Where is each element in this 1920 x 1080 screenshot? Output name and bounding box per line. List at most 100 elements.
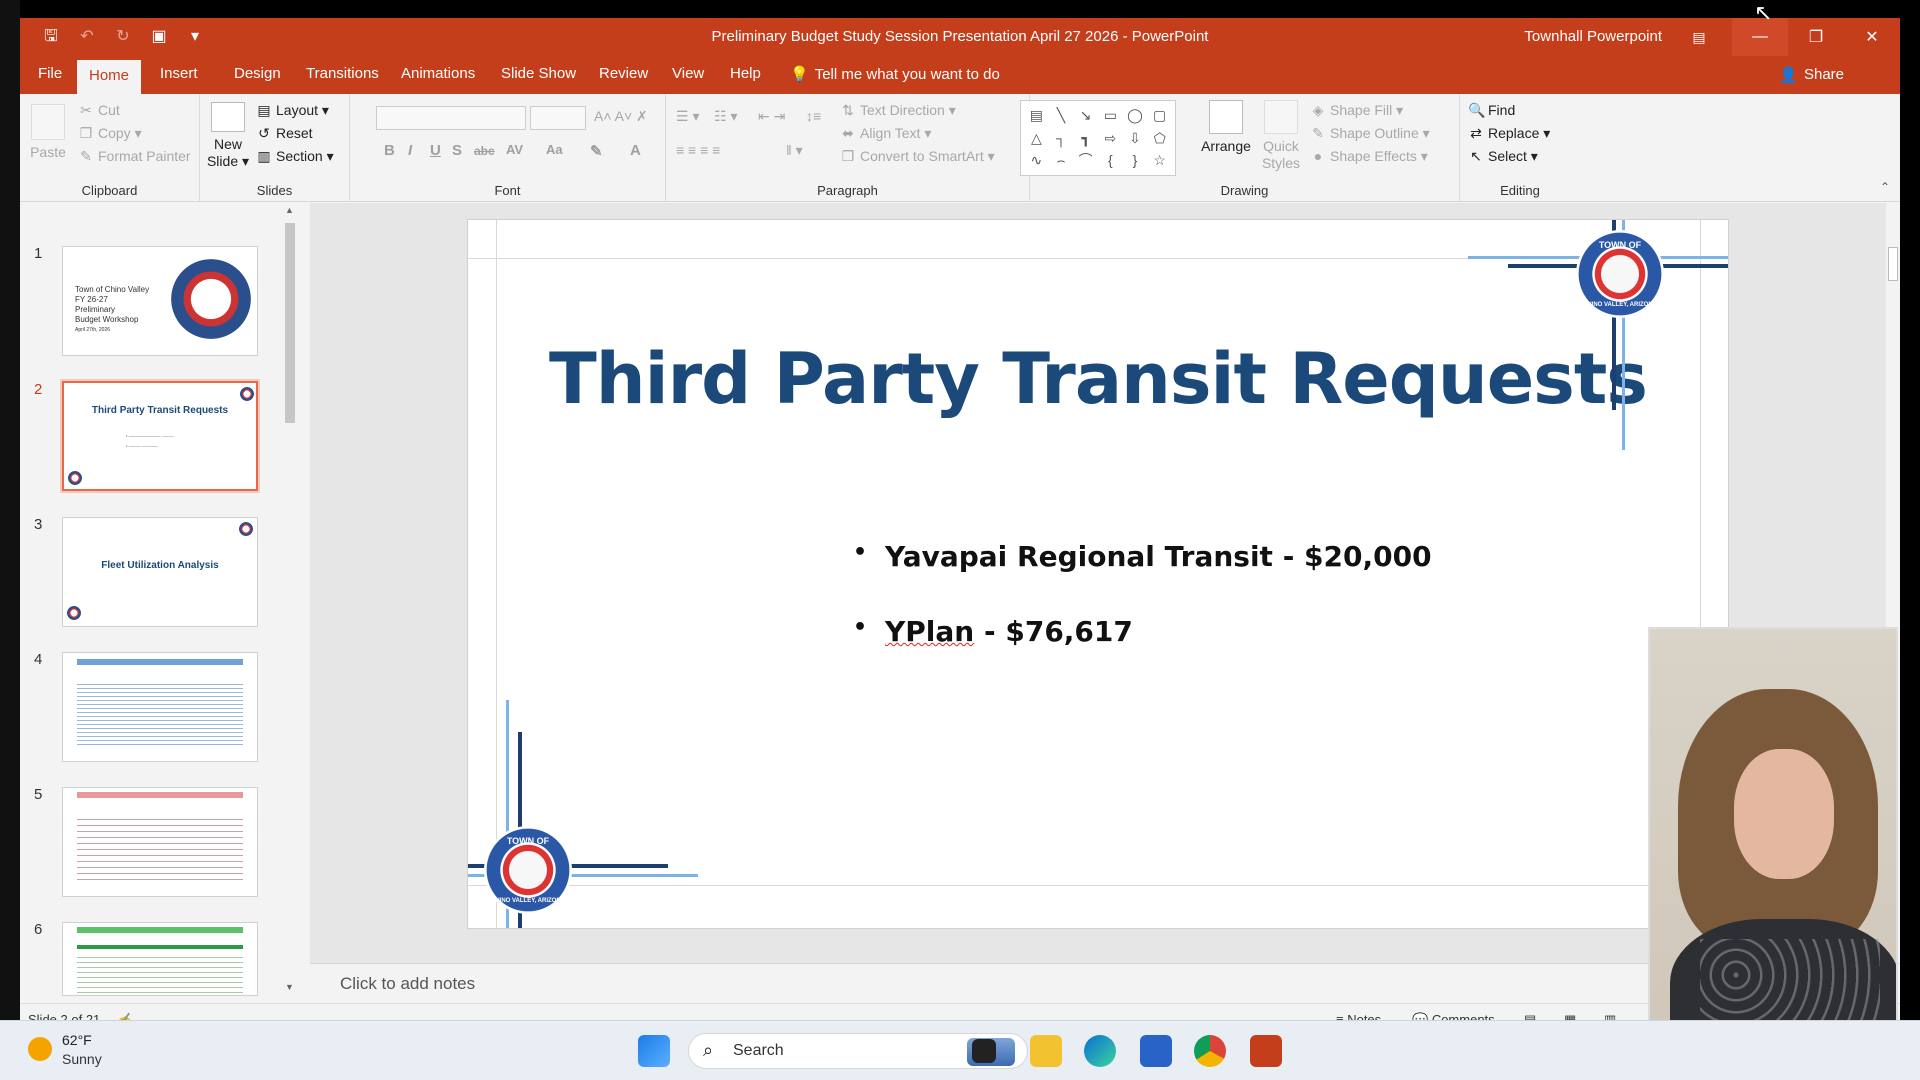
format-painter-button[interactable]: ✎ Format Painter [78, 148, 190, 165]
sun-icon[interactable] [28, 1037, 52, 1061]
share-button[interactable]: 👤 Share [1779, 66, 1844, 84]
arrange-button[interactable]: Arrange [1196, 100, 1256, 154]
thumbnail-slide-6[interactable] [62, 922, 258, 996]
weather-condition[interactable]: Sunny [62, 1051, 102, 1067]
ribbon-display-options-icon[interactable]: ▤ [1688, 26, 1710, 48]
thumbnail-slide-2[interactable]: Third Party Transit Requests • ———————— … [62, 381, 258, 491]
powerpoint-taskbar-icon[interactable] [1250, 1035, 1282, 1067]
tab-slide-show[interactable]: Slide Show [501, 65, 576, 82]
edge-browser-icon[interactable] [1084, 1035, 1116, 1067]
group-label-font: Font [494, 183, 521, 198]
scroll-thumb[interactable] [1888, 247, 1898, 281]
store-icon[interactable] [1140, 1035, 1172, 1067]
tell-me-box[interactable]: 💡 Tell me what you want to do [790, 65, 1000, 84]
tab-review[interactable]: Review [599, 65, 648, 82]
arrange-icon [1209, 100, 1243, 134]
thumb-bullet: • ———————— ——— [126, 433, 174, 438]
indent-buttons[interactable]: ⇤ ⇥ [758, 108, 785, 125]
tab-file[interactable]: File [38, 65, 62, 82]
layout-button[interactable]: ▤ Layout ▾ [256, 102, 329, 119]
file-explorer-icon[interactable] [1030, 1035, 1062, 1067]
shape-outline-button[interactable]: ✎ Shape Outline ▾ [1310, 125, 1430, 142]
char-spacing-button[interactable]: AV [506, 142, 523, 157]
thumb-number: 1 [34, 245, 43, 262]
select-button[interactable]: ↖ Select ▾ [1468, 148, 1538, 165]
quick-styles-button[interactable]: Quick Styles [1256, 100, 1306, 172]
font-name-input[interactable] [376, 106, 526, 130]
thumbnail-slide-1[interactable]: Town of Chino Valley FY 26-27 Preliminar… [62, 246, 258, 356]
weather-temperature[interactable]: 62°F [62, 1032, 92, 1048]
align-text-button[interactable]: ⬌ Align Text ▾ [840, 125, 931, 142]
shape-effects-button[interactable]: ● Shape Effects ▾ [1310, 148, 1428, 165]
shape-connector-icon: ┓ [1081, 129, 1090, 146]
bullet-list[interactable]: • Yavapai Regional Transit - $20,000 • YPl… [853, 540, 1432, 690]
convert-smartart-button[interactable]: ❐ Convert to SmartArt ▾ [840, 148, 995, 165]
search-icon: ⌕ [703, 1040, 714, 1060]
thumbnails-scrollbar[interactable]: ▲ ▼ [282, 203, 298, 996]
paste-button[interactable]: Paste [28, 104, 68, 160]
strikethrough-button[interactable]: abc [474, 144, 495, 158]
shadow-button[interactable]: S [452, 142, 462, 159]
thumb-table-header [77, 659, 243, 665]
windows-start-icon[interactable] [638, 1035, 670, 1067]
bold-button[interactable]: B [384, 142, 395, 159]
notes-placeholder: Click to add notes [340, 974, 476, 993]
reset-button[interactable]: ↺ Reset [256, 125, 312, 142]
underline-button[interactable]: U [430, 142, 441, 159]
font-size-input[interactable] [530, 106, 586, 130]
close-button[interactable]: ✕ [1844, 18, 1900, 56]
tab-home[interactable]: Home [77, 60, 142, 94]
tab-view[interactable]: View [672, 65, 704, 82]
thumbnail-slide-5[interactable] [62, 787, 258, 897]
thumb-table-header [77, 927, 243, 933]
shape-rect-icon: ▭ [1103, 107, 1117, 123]
replace-button[interactable]: ⇄ Replace ▾ [1468, 125, 1550, 142]
group-label-drawing: Drawing [1220, 183, 1269, 198]
change-case-button[interactable]: Aa [546, 142, 563, 157]
scroll-down-icon: ▼ [285, 982, 294, 992]
bullets-button[interactable]: ☰ ▾ [676, 108, 699, 125]
copy-button[interactable]: ❐ Copy ▾ [78, 125, 142, 142]
task-view-icon[interactable] [972, 1039, 996, 1063]
line-spacing-button[interactable]: ↕≡ [806, 108, 821, 124]
thumb-number: 4 [34, 651, 43, 668]
town-seal-image [240, 387, 254, 401]
cut-button[interactable]: ✂ Cut [78, 102, 120, 119]
font-size-controls[interactable]: A˄ A˅ ✗ [594, 108, 648, 125]
tab-insert[interactable]: Insert [160, 65, 198, 82]
town-seal-image: TOWN OF CHINO VALLEY, ARIZONA [1576, 230, 1664, 318]
shape-fill-button[interactable]: ◈ Shape Fill ▾ [1310, 102, 1404, 119]
alignment-buttons[interactable]: ≡ ≡ ≡ ≡ [676, 142, 720, 158]
thumbnail-slide-3[interactable]: Fleet Utilization Analysis [62, 517, 258, 627]
new-slide-button[interactable]: New Slide ▾ [206, 102, 250, 170]
group-font: A˄ A˅ ✗ B I U S abc AV Aa ✎ A Font [350, 94, 666, 202]
town-seal-image [171, 259, 251, 339]
new-slide-icon [211, 102, 245, 132]
tab-design[interactable]: Design [234, 65, 281, 82]
current-slide[interactable]: Third Party Transit Requests • Yavapai Re… [467, 219, 1729, 929]
shape-line-icon: ╲ [1056, 107, 1066, 123]
tab-help[interactable]: Help [730, 65, 761, 82]
section-button[interactable]: ▥ Section ▾ [256, 148, 333, 165]
numbering-button[interactable]: ☷ ▾ [714, 108, 737, 125]
tell-me-label: Tell me what you want to do [814, 65, 1000, 83]
find-button[interactable]: 🔍 Find [1468, 102, 1515, 119]
collapse-ribbon-icon[interactable]: ⌃ [1880, 180, 1890, 194]
italic-button[interactable]: I [408, 142, 412, 159]
font-color-button[interactable]: A [630, 142, 641, 159]
thumb-text: Town of Chino Valley [75, 285, 150, 294]
slide-title[interactable]: Third Party Transit Requests [468, 338, 1728, 420]
account-name[interactable]: Townhall Powerpoint [1524, 28, 1662, 45]
tab-animations[interactable]: Animations [401, 65, 475, 82]
tab-transitions[interactable]: Transitions [306, 65, 379, 82]
chrome-icon[interactable] [1194, 1035, 1226, 1067]
thumb-bullet: • ——— ———— [126, 443, 158, 448]
scroll-thumb[interactable] [285, 223, 295, 423]
effects-icon: ● [1313, 148, 1323, 164]
text-direction-button[interactable]: ⇅ Text Direction ▾ [840, 102, 956, 119]
restore-button[interactable]: ❐ [1788, 18, 1844, 56]
columns-button[interactable]: ‖ ▾ [786, 142, 803, 159]
highlight-icon[interactable]: ✎ [590, 142, 603, 160]
shapes-gallery[interactable]: ▤ ╲ ↘ ▭ ◯ ▢ △ ┐ ┓ ⇨ ⇩ ⬠ ∿ ⌢ ⌒ {} ☆ [1020, 100, 1176, 176]
thumbnail-slide-4[interactable] [62, 652, 258, 762]
